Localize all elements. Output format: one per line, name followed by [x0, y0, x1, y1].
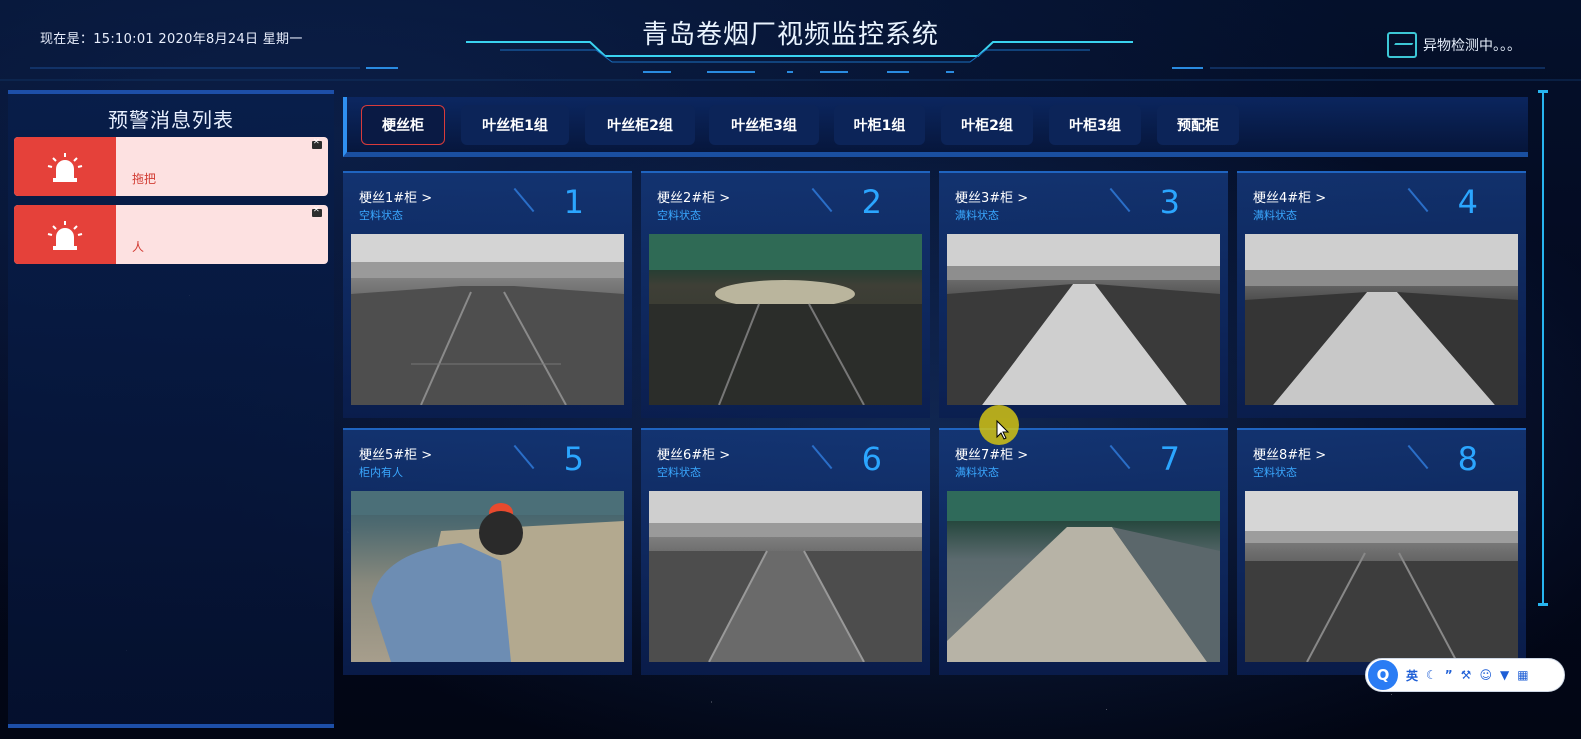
- quote-icon[interactable]: ”: [1445, 668, 1453, 682]
- divider: [513, 187, 535, 213]
- detection-status-label: 异物检测中。。。: [1423, 38, 1521, 54]
- scrollbar-track: [1542, 90, 1544, 606]
- camera-feed[interactable]: [1245, 491, 1518, 662]
- alert-list-panel: 预警消息列表 拖把 ✕ 人 ✕: [8, 90, 334, 728]
- tab-leaf-cabinet-group-3[interactable]: 叶丝柜3组: [709, 105, 819, 145]
- camera-feed[interactable]: [1245, 234, 1518, 405]
- camera-status: 满料状态: [955, 209, 999, 222]
- tab-leaf-bin-group-3[interactable]: 叶柜3组: [1049, 105, 1141, 145]
- camera-name[interactable]: 梗丝7#柜 >: [955, 444, 1028, 463]
- alert-text: 人: [132, 240, 145, 254]
- camera-card[interactable]: 梗丝6#柜 > 空料状态 6: [641, 428, 930, 675]
- divider: [1109, 444, 1131, 470]
- camera-name[interactable]: 梗丝8#柜 >: [1253, 444, 1326, 463]
- camera-card[interactable]: 梗丝8#柜 > 空料状态 8: [1237, 428, 1526, 675]
- camera-status: 满料状态: [955, 466, 999, 479]
- tab-leaf-cabinet-group-2[interactable]: 叶丝柜2组: [585, 105, 695, 145]
- wrench-icon[interactable]: ⚒: [1461, 668, 1472, 682]
- camera-number: 5: [563, 440, 584, 478]
- smile-icon[interactable]: ☺: [1479, 668, 1492, 682]
- camera-card[interactable]: 梗丝5#柜 > 柜内有人 5: [343, 428, 632, 675]
- divider: [1407, 187, 1429, 213]
- camera-name[interactable]: 梗丝5#柜 >: [359, 444, 432, 463]
- cursor-highlight: [979, 405, 1019, 445]
- tab-leaf-bin-group-2[interactable]: 叶柜2组: [941, 105, 1033, 145]
- camera-card[interactable]: 梗丝4#柜 > 满料状态 4: [1237, 171, 1526, 418]
- alert-item[interactable]: 人: [14, 205, 328, 264]
- tab-leaf-bin-group-1[interactable]: 叶柜1组: [834, 105, 925, 145]
- scrollbar-cap: [1538, 603, 1548, 606]
- alarm-light-icon: [14, 137, 116, 196]
- camera-name[interactable]: 梗丝1#柜 >: [359, 187, 432, 206]
- grid-icon[interactable]: ▦: [1517, 668, 1528, 682]
- camera-number: 6: [861, 440, 882, 478]
- alert-list-title: 预警消息列表: [108, 108, 234, 132]
- camera-card[interactable]: 梗丝2#柜 > 空料状态 2: [641, 171, 930, 418]
- camera-status: 空料状态: [657, 209, 701, 222]
- scrollbar[interactable]: [1538, 90, 1548, 606]
- alert-item[interactable]: 拖把: [14, 137, 328, 196]
- camera-card[interactable]: 梗丝3#柜 > 满料状态 3: [939, 171, 1228, 418]
- camera-number: 3: [1159, 183, 1180, 221]
- camera-feed[interactable]: [351, 491, 624, 662]
- camera-number: 1: [563, 183, 584, 221]
- ime-logo-icon[interactable]: Q: [1368, 660, 1398, 690]
- camera-feed[interactable]: [947, 234, 1220, 405]
- close-icon[interactable]: [312, 137, 322, 149]
- tab-stem-cabinet[interactable]: 梗丝柜: [361, 105, 445, 145]
- camera-status: 空料状态: [1253, 466, 1297, 479]
- mouse-pointer-icon: [996, 419, 1010, 440]
- camera-name[interactable]: 梗丝2#柜 >: [657, 187, 730, 206]
- close-icon[interactable]: [312, 205, 322, 217]
- camera-name[interactable]: 梗丝6#柜 >: [657, 444, 730, 463]
- camera-number: 7: [1159, 440, 1180, 478]
- divider: [811, 187, 833, 213]
- alarm-light-icon: [14, 205, 116, 264]
- divider: [513, 444, 535, 470]
- ime-toolbar[interactable]: Q 英 ☾ ” ⚒ ☺ ▼ ▦: [1365, 658, 1565, 692]
- tab-leaf-cabinet-group-1[interactable]: 叶丝柜1组: [461, 105, 569, 145]
- camera-feed[interactable]: [649, 491, 922, 662]
- moon-icon[interactable]: ☾: [1426, 668, 1437, 682]
- ime-language-toggle[interactable]: 英: [1406, 667, 1418, 684]
- header: 现在是：15:10:01 2020年8月24日 星期一 青岛卷烟厂视频监控系统 …: [0, 0, 1581, 85]
- tab-premix-cabinet[interactable]: 预配柜: [1157, 105, 1239, 145]
- camera-number: 2: [861, 183, 882, 221]
- camera-name[interactable]: 梗丝4#柜 >: [1253, 187, 1326, 206]
- divider: [811, 444, 833, 470]
- camera-number: 4: [1457, 183, 1478, 221]
- shirt-icon[interactable]: ▼: [1500, 668, 1509, 682]
- camera-card[interactable]: 梗丝1#柜 > 空料状态 1: [343, 171, 632, 418]
- camera-status: 满料状态: [1253, 209, 1297, 222]
- camera-status: 空料状态: [359, 209, 403, 222]
- page-title: 青岛卷烟厂视频监控系统: [641, 20, 939, 50]
- cabinet-tab-bar: 梗丝柜 叶丝柜1组 叶丝柜2组 叶丝柜3组 叶柜1组 叶柜2组 叶柜3组 预配柜: [343, 97, 1528, 157]
- divider: [1407, 444, 1429, 470]
- camera-feed[interactable]: [947, 491, 1220, 662]
- camera-name[interactable]: 梗丝3#柜 >: [955, 187, 1028, 206]
- scrollbar-cap: [1538, 90, 1548, 93]
- camera-feed[interactable]: [351, 234, 624, 405]
- camera-status: 空料状态: [657, 466, 701, 479]
- monitor-wave-icon: [1387, 32, 1417, 58]
- camera-status: 柜内有人: [359, 466, 403, 479]
- camera-feed[interactable]: [649, 234, 922, 405]
- camera-card[interactable]: 梗丝7#柜 > 满料状态 7: [939, 428, 1228, 675]
- alert-text: 拖把: [132, 172, 157, 186]
- camera-number: 8: [1457, 440, 1478, 478]
- detection-status: 异物检测中。。。: [1387, 32, 1521, 58]
- divider: [1109, 187, 1131, 213]
